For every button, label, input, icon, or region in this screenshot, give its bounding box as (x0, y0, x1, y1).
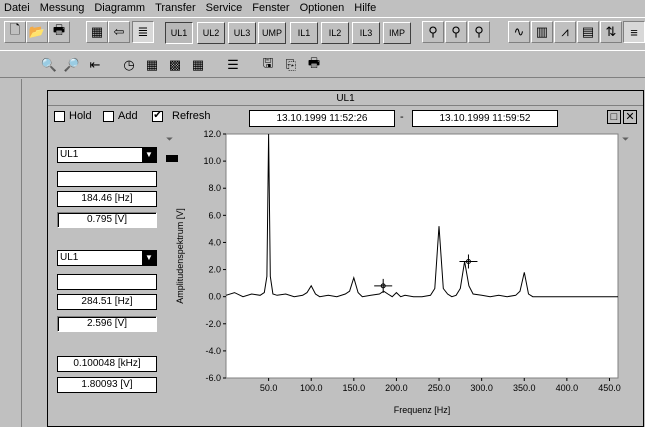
cursor1-channel-value: UL1 (60, 149, 79, 160)
menu-hilfe[interactable]: Hilfe (354, 1, 376, 16)
menu-bar: Datei Messung Diagramm Transfer Service … (0, 0, 645, 17)
list-icon[interactable]: ☰ (222, 54, 244, 76)
left-arrow-down-icon[interactable]: ⏷ (166, 134, 173, 145)
y-tick-label: 10.0 (203, 156, 221, 166)
date-separator: - (400, 111, 404, 123)
sort-icon[interactable]: ⇅ (600, 21, 622, 43)
x-tick-label: 400.0 (556, 383, 579, 393)
table-view-icon[interactable]: ≡ (623, 21, 645, 43)
y-tick-label: 0.0 (208, 292, 221, 302)
x-tick-label: 100.0 (300, 383, 323, 393)
close-icon[interactable]: ✕ (623, 110, 637, 124)
mdi-left-strip (0, 79, 22, 427)
spectrum-chart: 12.0 10.0 8.0 6.0 4.0 2.0 0.0 -2.0 -4.0 -6.0 50.0… (175, 129, 621, 415)
text-align-icon[interactable]: ≣ (132, 21, 154, 43)
plot-area[interactable] (225, 133, 619, 379)
menu-datei[interactable]: Datei (4, 1, 30, 16)
cursor1-value-field: 0.795 [V] (57, 212, 157, 228)
open-folder-icon[interactable]: 📂 (26, 21, 48, 43)
channel-button-il2[interactable]: IL2 (321, 22, 349, 44)
x-tick-label: 250.0 (428, 383, 451, 393)
date-from-field[interactable]: 13.10.1999 11:52:26 (249, 110, 395, 127)
clock-icon[interactable]: ◷ (118, 54, 140, 76)
trend-icon[interactable]: ⩘ (554, 21, 576, 43)
main-toolbar: 🗋 📂 🖶 ▦ ⇦ ≣ UL1 UL2 UL3 UMP IL1 IL2 IL3 … (0, 17, 645, 45)
add-checkbox[interactable]: Add (103, 110, 138, 122)
y-tick-label: 12.0 (203, 129, 221, 139)
channel-button-il3[interactable]: IL3 (352, 22, 380, 44)
restore-icon[interactable]: □ (607, 110, 621, 124)
hold-label: Hold (69, 110, 92, 122)
new-file-icon[interactable]: 🗋 (4, 21, 26, 43)
print-preview-icon[interactable]: 🖶 (303, 54, 325, 76)
y-tick-label: 8.0 (208, 183, 221, 193)
cursor2-channel-select[interactable]: UL1 ▼ (57, 250, 157, 266)
y-tick-label: -4.0 (205, 346, 221, 356)
channel-button-il1[interactable]: IL1 (290, 22, 318, 44)
y-tick-label: 2.0 (208, 265, 221, 275)
back-arrow-icon[interactable]: ⇦ (108, 21, 130, 43)
menu-optionen[interactable]: Optionen (300, 1, 345, 16)
probe-pair-icon[interactable]: ⚲ (445, 21, 467, 43)
histogram-icon[interactable]: ▤ (577, 21, 599, 43)
hold-checkbox[interactable]: Hold (54, 110, 92, 122)
date-to-field[interactable]: 13.10.1999 11:59:52 (412, 110, 558, 127)
channel-button-ump[interactable]: UMP (258, 22, 286, 44)
x-tick-label: 350.0 (513, 383, 536, 393)
probe-triple-icon[interactable]: ⚲ (468, 21, 490, 43)
refresh-check-mark[interactable]: ✔ (152, 110, 163, 122)
refresh-checkbox[interactable]: ✔ Refresh (152, 110, 211, 122)
add-checkbox-box[interactable] (103, 110, 114, 122)
channel-button-ul2[interactable]: UL2 (197, 22, 225, 44)
delta-value-field: 1.80093 [V] (57, 377, 157, 393)
delta-freq-field: 0.100048 [kHz] (57, 356, 157, 372)
waveform-icon[interactable]: ∿ (508, 21, 530, 43)
cursor2-name-field[interactable] (57, 274, 157, 290)
fit-width-icon[interactable]: ⇤ (84, 54, 106, 76)
cursor2-value-field: 2.596 [V] (57, 316, 157, 332)
zoom-in-icon[interactable]: 🔍 (38, 54, 60, 76)
x-tick-label: 150.0 (343, 383, 366, 393)
dotted-grid-icon[interactable]: ▩ (164, 54, 186, 76)
spectrum-icon[interactable]: ▥ (531, 21, 553, 43)
refresh-label: Refresh (172, 110, 211, 122)
channel-button-imp[interactable]: IMP (383, 22, 411, 44)
cursor2-channel-value: UL1 (60, 252, 79, 263)
cursor1-freq-field: 184.46 [Hz] (57, 191, 157, 207)
channel-button-ul1[interactable]: UL1 (165, 22, 193, 44)
cursor1-channel-select[interactable]: UL1 ▼ (57, 147, 157, 163)
probe-icon[interactable]: ⚲ (422, 21, 444, 43)
view-toolbar: 🔍 🔎 ⇤ ◷ ▦ ▩ ▦ ☰ 🖫 ⎘ 🖶 (0, 50, 645, 78)
x-tick-label: 450.0 (598, 383, 621, 393)
x-tick-label: 200.0 (385, 383, 408, 393)
y-tick-label: -6.0 (205, 373, 221, 383)
add-label: Add (118, 110, 138, 122)
y-axis-label: Amplitudenspektrum [V] (175, 208, 185, 304)
hold-checkbox-box[interactable] (54, 110, 65, 122)
y-tick-label: 4.0 (208, 237, 221, 247)
window-title[interactable]: UL1 (48, 91, 643, 106)
menu-fenster[interactable]: Fenster (252, 1, 289, 16)
menu-transfer[interactable]: Transfer (155, 1, 196, 16)
channel-button-ul3[interactable]: UL3 (228, 22, 256, 44)
cursor1-name-field[interactable] (57, 171, 157, 187)
menu-messung[interactable]: Messung (40, 1, 85, 16)
x-tick-label: 300.0 (470, 383, 493, 393)
x-tick-label: 50.0 (260, 383, 278, 393)
cursor2-freq-field: 284.51 [Hz] (57, 294, 157, 310)
x-axis-label: Frequenz [Hz] (394, 405, 451, 415)
export-icon[interactable]: ⎘ (280, 54, 302, 76)
menu-service[interactable]: Service (206, 1, 243, 16)
grid-icon[interactable]: ▦ (86, 21, 108, 43)
zoom-out-icon[interactable]: 🔎 (61, 54, 83, 76)
menu-diagramm[interactable]: Diagramm (94, 1, 145, 16)
save-icon[interactable]: 🖫 (257, 54, 279, 76)
y-tick-label: 6.0 (208, 210, 221, 220)
fine-grid-icon[interactable]: ▦ (187, 54, 209, 76)
dropdown-arrow-icon[interactable]: ▼ (142, 148, 156, 162)
print-icon[interactable]: 🖶 (48, 21, 70, 43)
y-tick-label: -2.0 (205, 319, 221, 329)
dropdown-arrow-icon[interactable]: ▼ (142, 251, 156, 265)
table-grid-icon[interactable]: ▦ (141, 54, 163, 76)
